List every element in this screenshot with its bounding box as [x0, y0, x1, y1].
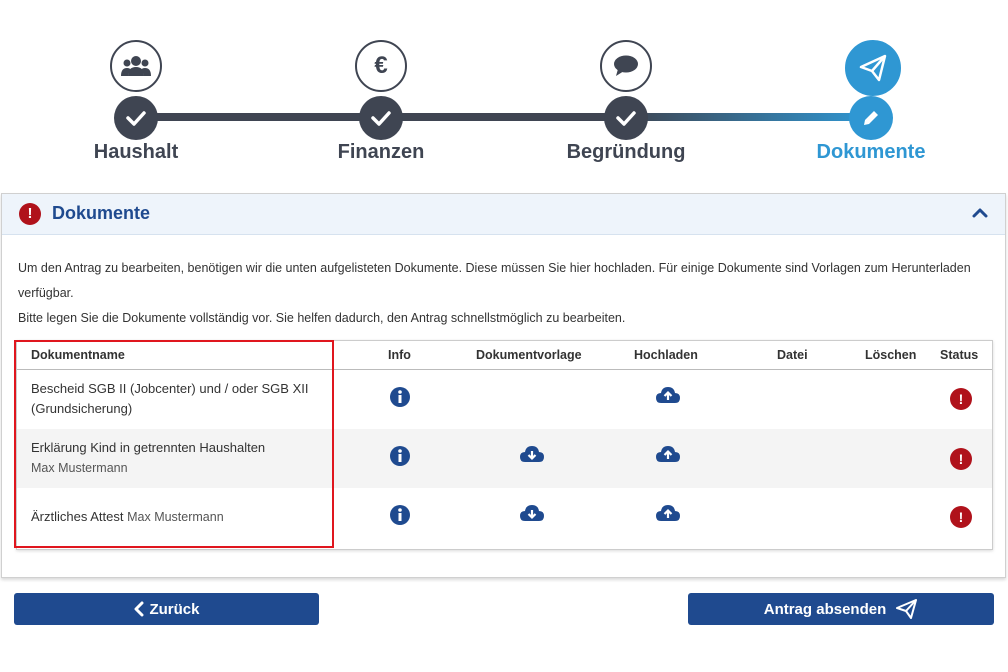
- step-dokumente[interactable]: Dokumente: [791, 0, 951, 175]
- document-person: Max Mustermann: [127, 510, 224, 524]
- intro-text-2: Bitte legen Sie die Dokumente vollständi…: [18, 311, 626, 325]
- back-button-label: Zurück: [149, 600, 200, 618]
- cloud-download-icon[interactable]: [519, 444, 544, 468]
- col-header-status: Status: [940, 348, 979, 362]
- document-name-line: Ärztliches Attest Max Mustermann: [31, 507, 224, 527]
- document-name: Erklärung Kind in getrennten Haushalten: [31, 440, 266, 455]
- document-name: Bescheid SGB II (Jobcenter) und / oder S…: [31, 381, 309, 416]
- panel-title: Dokumente: [52, 203, 151, 223]
- step-label: Dokumente: [816, 141, 926, 163]
- back-button[interactable]: Zurück: [14, 593, 319, 625]
- error-icon: !: [19, 203, 41, 225]
- progress-stepper: Haushalt € Finanzen Begründung Dokumente: [0, 0, 1008, 180]
- cloud-upload-icon[interactable]: [655, 444, 680, 468]
- paper-plane-icon: [845, 40, 901, 96]
- users-icon: [110, 40, 162, 92]
- submit-button-label: Antrag absenden: [763, 600, 887, 618]
- paper-plane-icon: [896, 599, 918, 619]
- check-icon: [114, 96, 158, 140]
- step-label: Finanzen: [337, 141, 425, 163]
- euro-icon: €: [355, 40, 407, 92]
- col-header-info: Info: [388, 348, 411, 362]
- col-header-delete: Löschen: [865, 348, 917, 362]
- status-error-icon: !: [950, 506, 972, 528]
- chevron-up-icon[interactable]: [971, 204, 989, 222]
- table-row: Bescheid SGB II (Jobcenter) und / oder S…: [17, 370, 992, 429]
- info-icon[interactable]: [389, 445, 413, 469]
- cloud-upload-icon[interactable]: [655, 503, 680, 527]
- step-finanzen[interactable]: € Finanzen: [301, 0, 461, 175]
- step-begruendung[interactable]: Begründung: [546, 0, 706, 175]
- panel-header[interactable]: ! Dokumente: [2, 194, 1005, 235]
- chevron-left-icon: [134, 601, 144, 617]
- speech-bubble-icon: [600, 40, 652, 92]
- cloud-download-icon[interactable]: [519, 503, 544, 527]
- info-icon[interactable]: [389, 504, 413, 528]
- col-header-file: Datei: [777, 348, 808, 362]
- col-header-name: Dokumentname: [31, 348, 125, 362]
- status-error-icon: !: [950, 388, 972, 410]
- check-icon: [604, 96, 648, 140]
- table-row: Ärztliches Attest Max Mustermann !: [17, 488, 992, 547]
- status-error-icon: !: [950, 448, 972, 470]
- table-header: Dokumentname Info Dokumentvorlage Hochla…: [17, 341, 992, 370]
- step-haushalt[interactable]: Haushalt: [56, 0, 216, 175]
- pencil-icon: [849, 96, 893, 140]
- check-icon: [359, 96, 403, 140]
- document-name: Ärztliches Attest: [31, 509, 124, 524]
- col-header-upload: Hochladen: [634, 348, 698, 362]
- step-label: Haushalt: [93, 141, 179, 163]
- submit-application-button[interactable]: Antrag absenden: [688, 593, 994, 625]
- cloud-upload-icon[interactable]: [655, 385, 680, 409]
- intro-text-1: Um den Antrag zu bearbeiten, benötigen w…: [18, 261, 971, 300]
- documents-panel: ! Dokumente Um den Antrag zu bearbeiten,…: [1, 193, 1006, 578]
- document-person: Max Mustermann: [31, 461, 128, 475]
- table-row: Erklärung Kind in getrennten Haushalten …: [17, 429, 992, 488]
- documents-table: Dokumentname Info Dokumentvorlage Hochla…: [16, 340, 993, 550]
- step-label: Begründung: [566, 141, 686, 163]
- panel-intro: Um den Antrag zu bearbeiten, benötigen w…: [18, 256, 978, 331]
- info-icon[interactable]: [389, 386, 413, 410]
- col-header-template: Dokumentvorlage: [476, 348, 582, 362]
